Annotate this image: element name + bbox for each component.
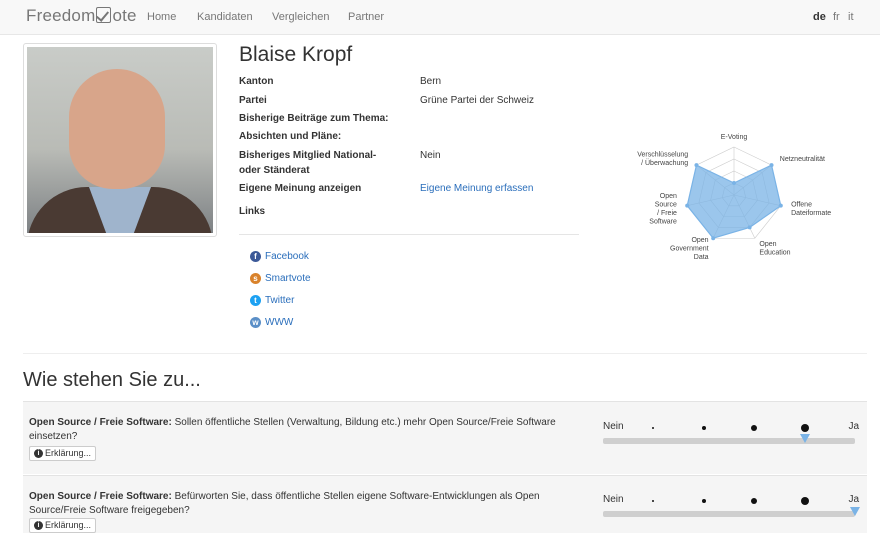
link-twitter-label: Twitter xyxy=(265,295,295,306)
radar-chart: E-Voting Netzneutralität Offene Dateiformat… xyxy=(637,134,831,261)
eigene-meinung-link[interactable]: Eigene Meinung erfassen xyxy=(420,182,533,196)
navbar: Freedom ote Home Kandidaten Vergleichen P… xyxy=(0,0,880,35)
radar-point xyxy=(769,163,774,168)
scale-tick-dot xyxy=(652,427,654,429)
question-row: Open Source / Freie Software: Befürworte… xyxy=(23,475,867,533)
radar-point xyxy=(747,225,752,230)
link-facebook-label: Facebook xyxy=(265,251,309,262)
question-topic: Open Source / Freie Software: xyxy=(29,417,172,428)
radar-axis-label: E-Voting xyxy=(721,134,748,141)
scale-max-label: Ja xyxy=(848,494,859,505)
erklaerung-label: Erklärung... xyxy=(45,520,92,530)
section-divider xyxy=(23,353,867,354)
radar-axis-label: Software xyxy=(649,218,677,225)
radar-point xyxy=(694,163,699,168)
scale-tick-dot xyxy=(801,424,809,432)
radar-axis-label: Data xyxy=(694,254,709,261)
field-value-kanton: Bern xyxy=(420,76,442,87)
link-twitter[interactable]: t Twitter xyxy=(250,295,294,306)
field-label-mitglied-line2: oder Ständerat xyxy=(239,165,310,176)
link-smartvote-label: Smartvote xyxy=(265,273,311,284)
section-title: Wie stehen Sie zu... xyxy=(23,369,201,391)
candidate-photo-frame xyxy=(23,43,217,237)
question-text: Open Source / Freie Software: Befürworte… xyxy=(29,490,589,518)
scale-tick-dot xyxy=(702,426,706,430)
radar-axis-label: Open xyxy=(691,237,708,244)
divider xyxy=(239,234,579,235)
link-www[interactable]: w WWW xyxy=(250,317,293,328)
radar-axis-label: Offene xyxy=(791,201,812,208)
radar-point xyxy=(778,203,783,208)
lang-it[interactable]: it xyxy=(848,11,854,23)
radar-axis-label: Open xyxy=(660,193,677,200)
radar-point xyxy=(685,203,690,208)
radar-point xyxy=(711,236,716,241)
radar-axis-label: Source xyxy=(655,201,677,208)
field-value-partei: Grüne Partei der Schweiz xyxy=(420,95,534,106)
field-label-absichten: Absichten und Pläne: xyxy=(239,131,342,142)
info-icon: i xyxy=(34,521,43,530)
radar-axis-label: Dateiformate xyxy=(791,210,831,217)
link-facebook[interactable]: f Facebook xyxy=(250,251,309,262)
lang-de[interactable]: de xyxy=(813,11,826,23)
radar-axis-label: / Freie xyxy=(657,210,677,217)
answer-slider[interactable]: Nein Ja xyxy=(603,494,860,533)
smartvote-icon: s xyxy=(250,273,261,284)
radar-point xyxy=(732,181,736,185)
link-www-label: WWW xyxy=(265,317,294,328)
slider-track[interactable] xyxy=(603,438,855,444)
field-label-meinung: Eigene Meinung anzeigen xyxy=(239,183,362,194)
candidate-photo xyxy=(27,47,213,233)
field-label-partei: Partei xyxy=(239,95,267,106)
field-label-beitraege: Bisherige Beiträge zum Thema: xyxy=(239,113,389,124)
nav-partner[interactable]: Partner xyxy=(348,11,384,23)
candidate-name: Blaise Kropf xyxy=(239,43,353,66)
scale-tick-dot xyxy=(702,499,706,503)
nav-kandidaten[interactable]: Kandidaten xyxy=(197,11,253,23)
globe-icon: w xyxy=(250,317,261,328)
radar-axis-label: Verschlüsselung xyxy=(637,152,688,159)
lang-fr[interactable]: fr xyxy=(833,11,840,23)
scale-tick-dot xyxy=(751,425,757,431)
slider-track[interactable] xyxy=(603,511,855,517)
radar-axis-label: Netzneutralität xyxy=(780,156,825,163)
checkbox-v-icon xyxy=(96,7,112,23)
scale-tick-dot xyxy=(801,497,809,505)
facebook-icon: f xyxy=(250,251,261,262)
field-value-mitglied: Nein xyxy=(420,150,441,161)
scale-min-label: Nein xyxy=(603,421,624,432)
brand-logo[interactable]: Freedom ote xyxy=(26,6,137,26)
twitter-icon: t xyxy=(250,295,261,306)
radar-axis-label: Open xyxy=(759,241,776,248)
radar-axis-label: Education xyxy=(759,250,790,257)
field-label-mitglied: Bisheriges Mitglied National- xyxy=(239,150,377,161)
field-label-links: Links xyxy=(239,206,266,217)
scale-min-label: Nein xyxy=(603,494,624,505)
question-text: Open Source / Freie Software: Sollen öff… xyxy=(29,416,589,444)
erklaerung-button[interactable]: i Erklärung... xyxy=(29,446,97,461)
slider-handle[interactable] xyxy=(850,507,860,516)
answer-slider[interactable]: Nein Ja xyxy=(603,421,859,461)
radar-axis-label: Government xyxy=(670,245,709,252)
scale-max-label: Ja xyxy=(848,421,859,432)
scale-tick-dot xyxy=(652,500,654,502)
brand-text-left: Freedom xyxy=(26,6,96,25)
field-label-kanton: Kanton xyxy=(239,76,274,87)
scale-tick-dot xyxy=(751,498,757,504)
question-row: Open Source / Freie Software: Sollen öff… xyxy=(23,401,867,474)
nav-vergleichen[interactable]: Vergleichen xyxy=(272,11,330,23)
link-smartvote[interactable]: s Smartvote xyxy=(250,273,311,284)
brand-text-right: ote xyxy=(112,6,137,25)
erklaerung-button[interactable]: i Erklärung... xyxy=(29,518,97,533)
slider-handle[interactable] xyxy=(799,434,810,443)
info-icon: i xyxy=(34,449,43,458)
radar-axis-label: / Überwachung xyxy=(641,159,688,167)
erklaerung-label: Erklärung... xyxy=(45,448,92,458)
nav-home[interactable]: Home xyxy=(147,11,176,23)
question-topic: Open Source / Freie Software: xyxy=(29,491,172,502)
